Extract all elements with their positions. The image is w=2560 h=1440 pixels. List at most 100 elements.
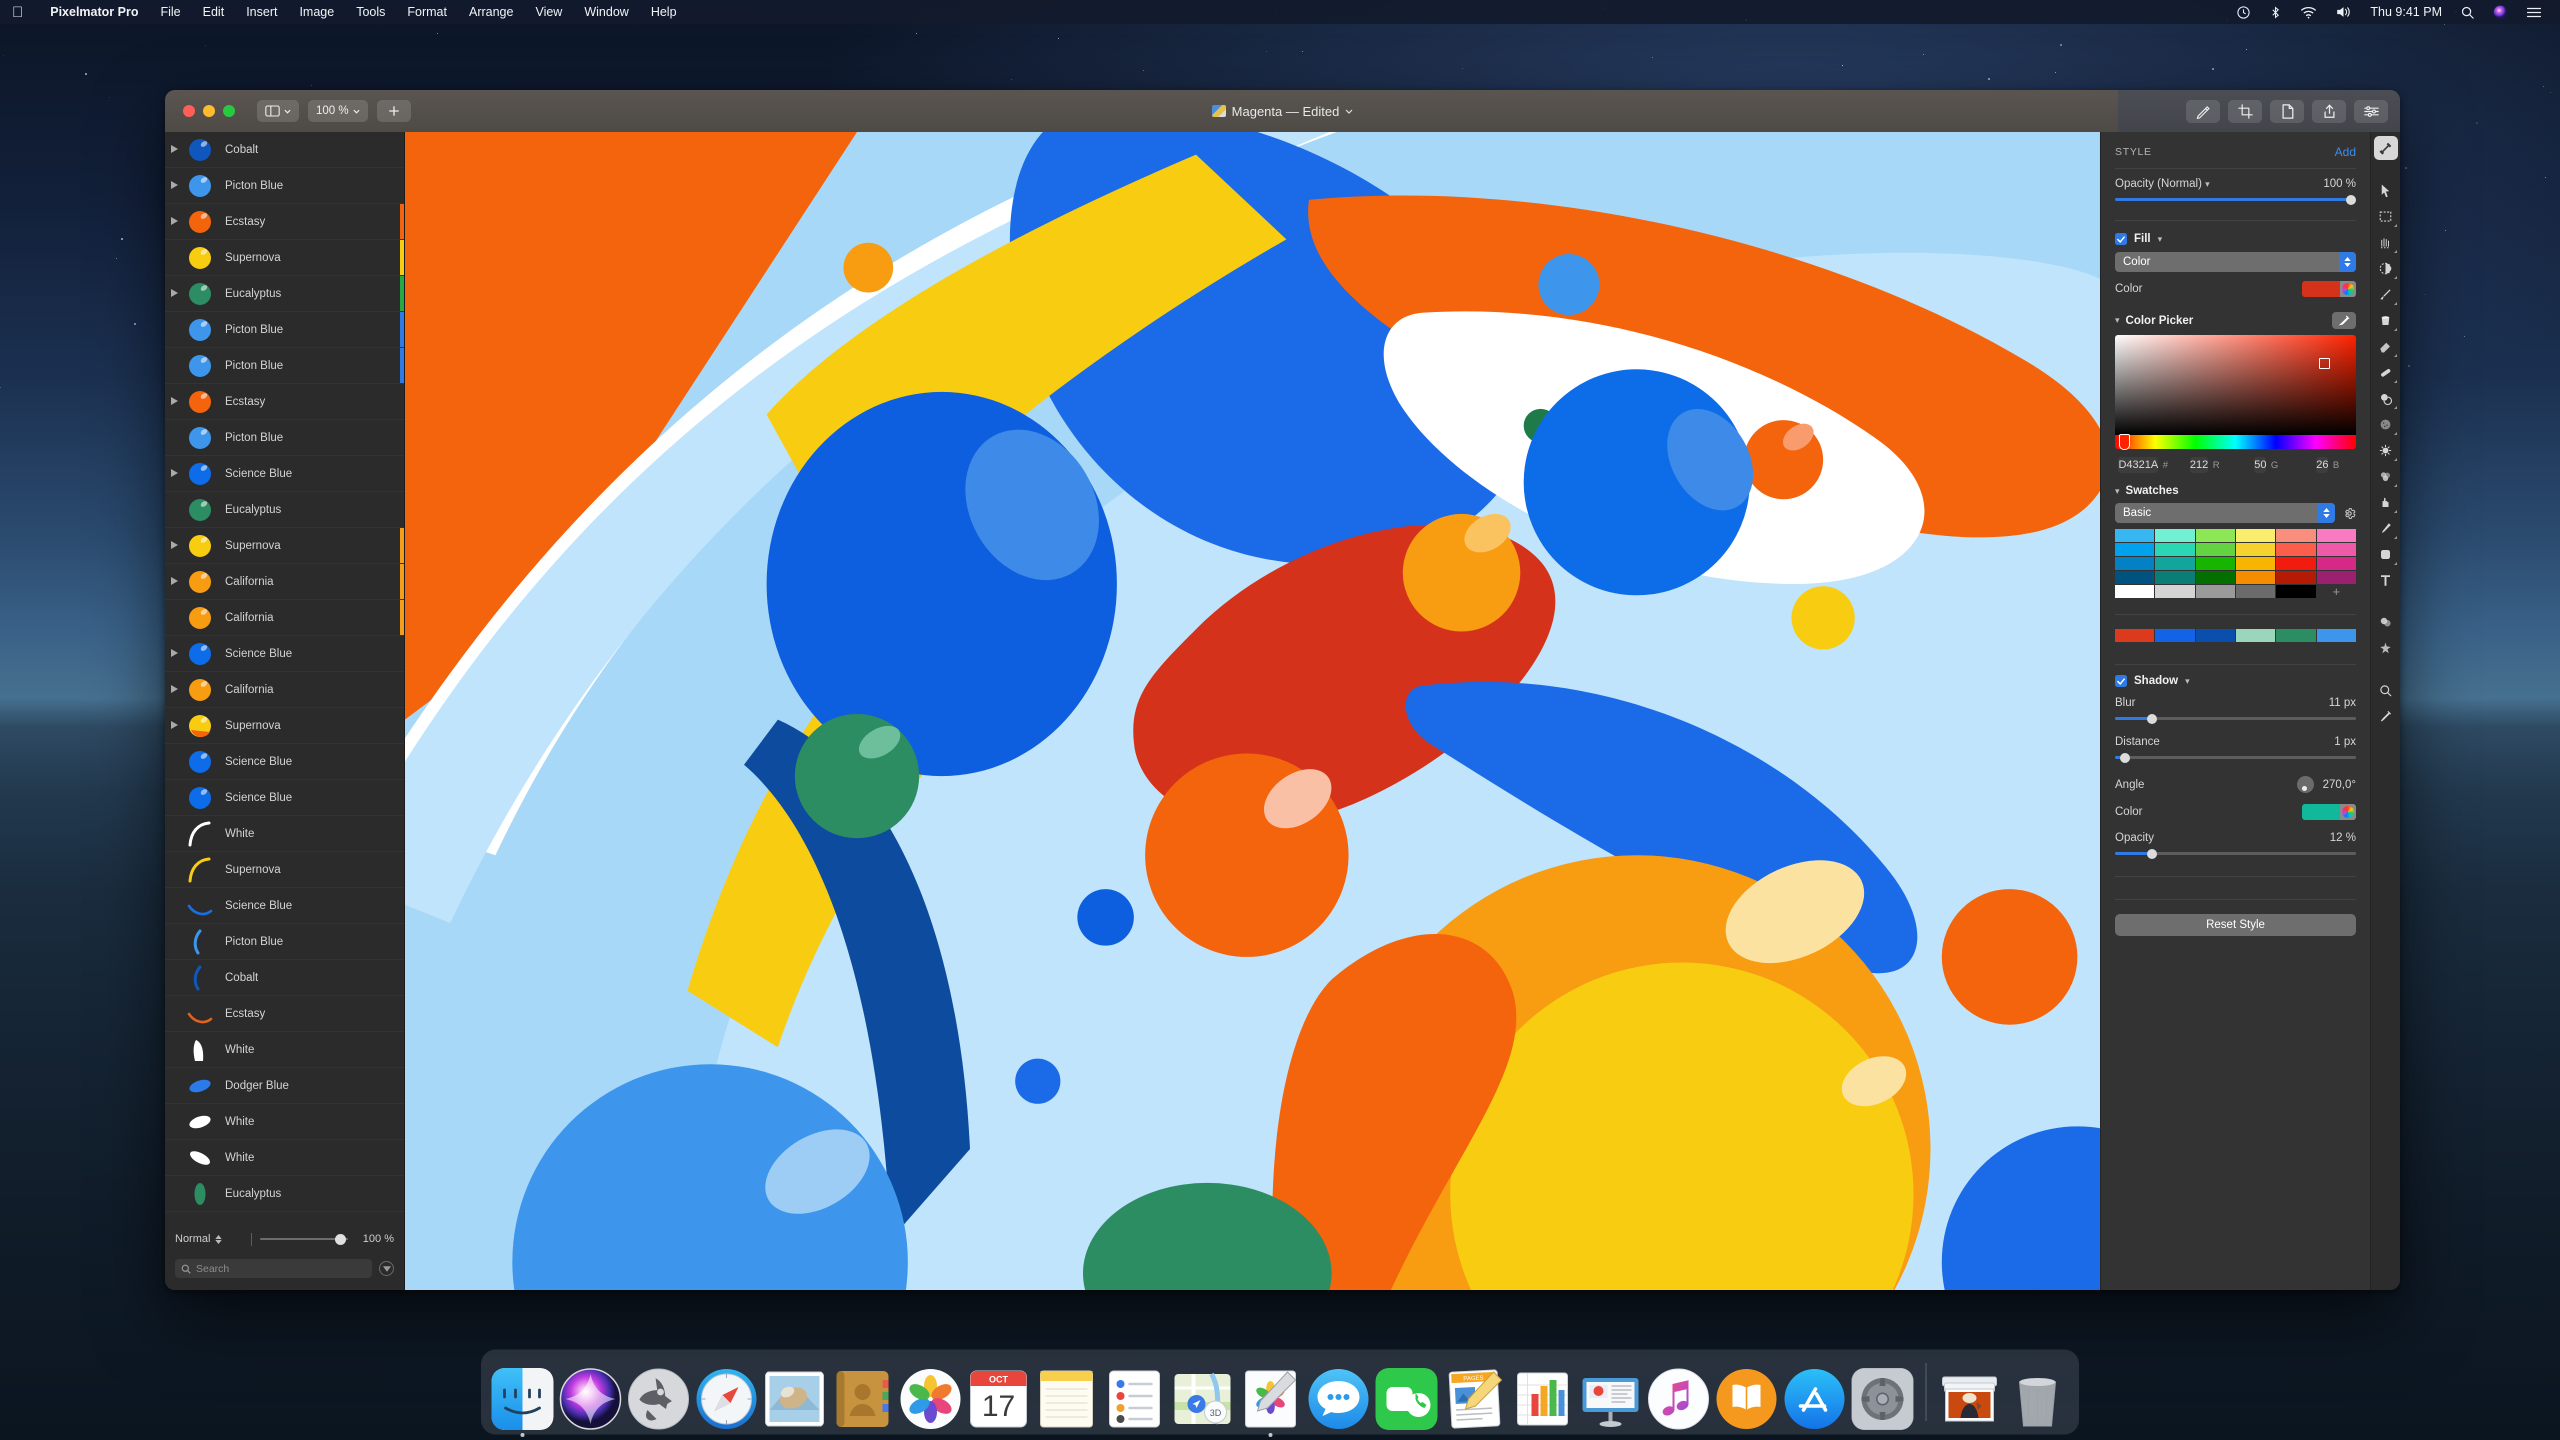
siri-icon[interactable] <box>2493 5 2508 20</box>
shadow-blur-slider[interactable] <box>2115 712 2356 725</box>
layer-row[interactable]: Ecstasy <box>165 204 404 240</box>
dock-item-pages[interactable]: PAGES <box>1444 1368 1506 1430</box>
layer-row[interactable]: Dodger Blue <box>165 1068 404 1104</box>
dock-item-reminders[interactable] <box>1104 1368 1166 1430</box>
layer-row[interactable]: White <box>165 1104 404 1140</box>
disclosure-triangle-icon[interactable] <box>171 648 181 659</box>
recent-color-swatch[interactable] <box>2276 629 2316 642</box>
disclosure-triangle-icon[interactable] <box>171 396 181 407</box>
layer-row[interactable]: Picton Blue <box>165 168 404 204</box>
fill-type-select[interactable]: Color <box>2115 252 2356 272</box>
layer-row[interactable]: Supernova <box>165 240 404 276</box>
dock-item-facetime[interactable] <box>1375 1368 1438 1430</box>
layer-row[interactable]: Science Blue <box>165 780 404 816</box>
reset-style-button[interactable]: Reset Style <box>2115 914 2356 936</box>
swatch-grid[interactable]: + <box>2115 529 2356 599</box>
blend-mode-select[interactable]: Normal <box>175 1233 243 1245</box>
shadow-color-wheel-icon[interactable] <box>2340 804 2356 820</box>
blue-field[interactable]: 26 B <box>2300 455 2357 473</box>
menu-item-insert[interactable]: Insert <box>235 5 288 19</box>
color-swatch[interactable] <box>2195 571 2235 584</box>
dock-item-calendar[interactable]: OCT 17 <box>968 1368 1030 1430</box>
color-swatch[interactable] <box>2235 585 2276 598</box>
opacity-label[interactable]: Opacity (Normal) ▾ <box>2115 178 2210 190</box>
recent-color-swatch[interactable] <box>2316 629 2356 642</box>
time-machine-icon[interactable] <box>2236 5 2251 20</box>
color-swatch[interactable] <box>2276 557 2316 570</box>
fill-color-well[interactable] <box>2302 281 2356 297</box>
layer-name[interactable]: Cobalt <box>225 972 258 984</box>
layer-name[interactable]: White <box>225 1152 254 1164</box>
layer-row[interactable]: White <box>165 1140 404 1176</box>
recent-color-swatch[interactable] <box>2195 629 2235 642</box>
layer-name[interactable]: California <box>225 576 274 588</box>
dock-item-system-preferences[interactable] <box>1851 1368 1914 1430</box>
color-swatch[interactable] <box>2276 529 2316 542</box>
shadow-distance-slider[interactable] <box>2115 751 2356 764</box>
color-swatch[interactable] <box>2155 543 2195 556</box>
menu-item-file[interactable]: File <box>149 5 191 19</box>
layer-row[interactable]: Eucalyptus <box>165 1176 404 1212</box>
palette-stepper-icon[interactable] <box>2318 503 2335 523</box>
repair-icon[interactable] <box>2374 360 2398 384</box>
paint-tool-icon[interactable] <box>2373 136 2398 160</box>
layer-name[interactable]: Science Blue <box>225 900 292 912</box>
layer-row[interactable]: Cobalt <box>165 132 404 168</box>
layer-name[interactable]: Science Blue <box>225 468 292 480</box>
eyedropper-icon[interactable] <box>2332 312 2356 329</box>
color-swatch[interactable] <box>2155 529 2195 542</box>
shadow-chevron-down-icon[interactable]: ▾ <box>2185 676 2190 687</box>
type-tool-icon[interactable] <box>2374 568 2398 592</box>
dock-item-contacts[interactable] <box>832 1368 894 1430</box>
dock-item-numbers[interactable] <box>1512 1368 1574 1430</box>
layer-name[interactable]: Supernova <box>225 540 281 552</box>
fill-chevron-down-icon[interactable]: ▾ <box>2158 234 2163 245</box>
document-title[interactable]: Magenta — Edited <box>1232 104 1340 119</box>
filter-icon[interactable] <box>379 1261 394 1276</box>
artwork-canvas[interactable] <box>405 132 2100 1290</box>
zoom-level-button[interactable]: 100 % <box>308 100 368 122</box>
recent-color-swatch[interactable] <box>2155 629 2195 642</box>
dock-item-siri[interactable] <box>559 1368 622 1430</box>
layer-name[interactable]: California <box>225 684 274 696</box>
color-swatch[interactable] <box>2316 557 2356 570</box>
dock-item-pixelmator-pro[interactable] <box>1240 1368 1302 1437</box>
lighten-icon[interactable] <box>2374 438 2398 462</box>
blur-icon[interactable] <box>2374 464 2398 488</box>
wifi-icon[interactable] <box>2300 6 2317 19</box>
dock-item-photos[interactable] <box>900 1368 962 1430</box>
menu-item-view[interactable]: View <box>524 5 573 19</box>
layer-name[interactable]: Science Blue <box>225 648 292 660</box>
add-style-button[interactable]: Add <box>2335 145 2356 159</box>
disclosure-triangle-icon[interactable] <box>171 684 181 695</box>
color-swatch[interactable] <box>2115 557 2155 570</box>
red-field[interactable]: 212 R <box>2177 455 2234 473</box>
quick-selection-icon[interactable] <box>2374 230 2398 254</box>
color-swatch[interactable] <box>2115 585 2155 598</box>
layer-name[interactable]: Supernova <box>225 720 281 732</box>
color-swatch[interactable] <box>2276 543 2316 556</box>
layer-row[interactable]: Picton Blue <box>165 420 404 456</box>
disclosure-triangle-icon[interactable] <box>171 216 181 227</box>
dock-item-trash[interactable] <box>2007 1368 2069 1430</box>
recent-color-swatch[interactable] <box>2115 629 2155 642</box>
dock-item-books[interactable] <box>1716 1368 1778 1430</box>
clone-stamp-icon[interactable] <box>2374 386 2398 410</box>
maximize-button[interactable] <box>223 105 235 117</box>
color-swatch[interactable] <box>2115 571 2155 584</box>
disclosure-triangle-icon[interactable] <box>171 468 181 479</box>
shadow-checkbox[interactable] <box>2115 675 2127 687</box>
warp-icon[interactable] <box>2374 490 2398 514</box>
layer-name[interactable]: Picton Blue <box>225 936 283 948</box>
angle-dial[interactable] <box>2296 776 2314 793</box>
volume-icon[interactable] <box>2335 5 2352 19</box>
color-swatch[interactable] <box>2316 543 2356 556</box>
layer-row[interactable]: Supernova <box>165 528 404 564</box>
rectangular-selection-icon[interactable] <box>2374 204 2398 228</box>
pen-tool-icon[interactable] <box>2374 516 2398 540</box>
dock-item-finder[interactable] <box>491 1368 554 1437</box>
color-swatch[interactable] <box>2115 529 2155 542</box>
layer-name[interactable]: Ecstasy <box>225 1008 265 1020</box>
disclosure-triangle-icon[interactable] <box>171 288 181 299</box>
layer-row[interactable]: Supernova <box>165 852 404 888</box>
